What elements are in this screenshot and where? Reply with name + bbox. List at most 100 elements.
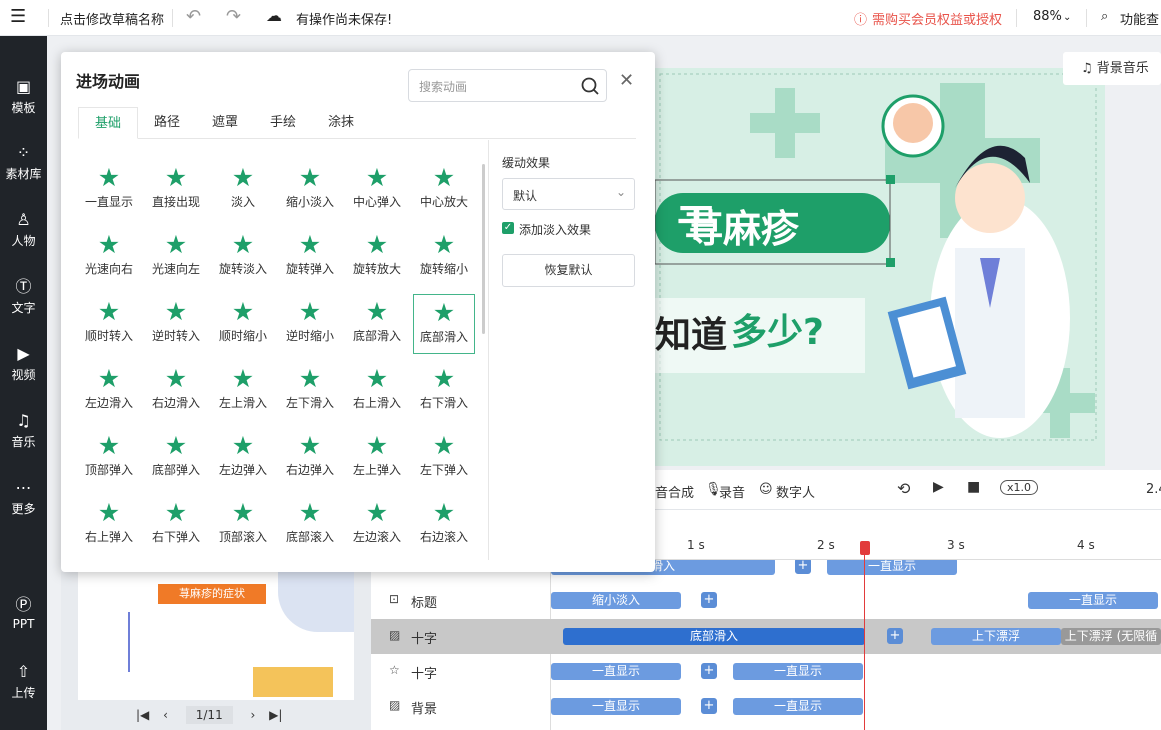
animation-clip[interactable]: 底部滑入 bbox=[563, 628, 865, 645]
animation-clip[interactable]: 上下漂浮 bbox=[931, 628, 1061, 645]
animation-option[interactable]: ★ 逆时缩小 bbox=[279, 294, 341, 354]
slide-thumbnail[interactable]: 荨麻疹的症状 bbox=[78, 572, 354, 700]
animation-option[interactable]: ★ 缩小淡入 bbox=[279, 160, 341, 220]
animation-option[interactable]: ★ 顺时缩小 bbox=[212, 294, 274, 354]
animation-option[interactable]: ★ 右上弹入 bbox=[78, 495, 140, 555]
animation-option[interactable]: ★ 左下滑入 bbox=[279, 361, 341, 421]
prev-page-icon[interactable]: ‹ bbox=[163, 708, 168, 722]
stop-icon[interactable]: ■ bbox=[967, 479, 980, 495]
animation-option[interactable]: ★ 顶部滚入 bbox=[212, 495, 274, 555]
animation-clip[interactable]: 缩小淡入 bbox=[551, 592, 681, 609]
slide-title[interactable]: 荨麻疹 bbox=[685, 198, 799, 253]
tab-mask[interactable]: 遮罩 bbox=[196, 107, 254, 139]
animation-option[interactable]: ★ 左边滑入 bbox=[78, 361, 140, 421]
sidebar-item-upload[interactable]: ⇧ 上传 bbox=[0, 663, 47, 701]
synth-button[interactable]: 音合成 bbox=[655, 482, 694, 501]
fade-checkbox[interactable]: ✓ bbox=[502, 222, 514, 234]
sidebar-item-video[interactable]: ▶ 视频 bbox=[0, 345, 47, 383]
animation-option[interactable]: ★ 淡入 bbox=[212, 160, 274, 220]
animation-option[interactable]: ★ 一直显示 bbox=[78, 160, 140, 220]
add-clip-button[interactable]: + bbox=[887, 628, 903, 644]
animation-clip[interactable]: 一直显示 bbox=[733, 663, 863, 680]
first-page-icon[interactable]: |◀ bbox=[136, 708, 149, 722]
animation-option[interactable]: ★ 旋转弹入 bbox=[279, 227, 341, 287]
playhead[interactable] bbox=[864, 541, 865, 730]
animation-option[interactable]: ★ 底部滑入 bbox=[346, 294, 408, 354]
avatar-icon[interactable]: ☺ bbox=[759, 482, 773, 497]
slide-subtitle-b[interactable]: 多少? bbox=[731, 303, 824, 355]
next-page-icon[interactable]: › bbox=[251, 708, 256, 722]
animation-option[interactable]: ★ 左边弹入 bbox=[212, 428, 274, 488]
animation-option[interactable]: ★ 光速向右 bbox=[78, 227, 140, 287]
animation-option[interactable]: ★ 右上滑入 bbox=[346, 361, 408, 421]
play-icon[interactable]: ▶ bbox=[933, 479, 944, 495]
ease-select[interactable]: 默认 ⌄ bbox=[502, 178, 635, 210]
record-button[interactable]: 录音 bbox=[719, 482, 745, 501]
animation-option[interactable]: ★ 左上滑入 bbox=[212, 361, 274, 421]
feature-search[interactable]: 功能查 bbox=[1120, 9, 1159, 28]
animation-option[interactable]: ★ 旋转放大 bbox=[346, 227, 408, 287]
slide-subtitle-a[interactable]: 知道 bbox=[655, 306, 727, 358]
redo-icon[interactable]: ↷ bbox=[226, 6, 241, 27]
playhead-handle[interactable] bbox=[860, 541, 870, 555]
animation-option[interactable]: ★ 逆时转入 bbox=[145, 294, 207, 354]
sidebar-item-music[interactable]: ♫ 音乐 bbox=[0, 412, 47, 450]
animation-option[interactable]: ★ 右边滚入 bbox=[413, 495, 475, 555]
menu-icon[interactable]: ☰ bbox=[10, 6, 26, 27]
tab-handdraw[interactable]: 手绘 bbox=[254, 107, 312, 139]
vip-notice[interactable]: 需购买会员权益或授权 bbox=[872, 9, 1002, 28]
replay-icon[interactable]: ⟲ bbox=[897, 479, 910, 498]
sidebar-item-more[interactable]: ⋯ 更多 bbox=[0, 479, 47, 517]
animation-option[interactable]: ★ 旋转缩小 bbox=[413, 227, 475, 287]
animation-clip[interactable]: 一直显示 bbox=[551, 663, 681, 680]
animation-option[interactable]: ★ 顶部弹入 bbox=[78, 428, 140, 488]
tab-path[interactable]: 路径 bbox=[138, 107, 196, 139]
animation-option[interactable]: ★ 右边弹入 bbox=[279, 428, 341, 488]
add-clip-button[interactable]: + bbox=[701, 698, 717, 714]
animation-clip[interactable]: 一直显示 bbox=[827, 560, 957, 575]
speed-button[interactable]: x1.0 bbox=[1000, 480, 1039, 495]
track-row[interactable]: ☆ 十字 一直显示 + 一直显示 bbox=[371, 654, 1161, 689]
add-clip-button[interactable]: + bbox=[795, 560, 811, 574]
animation-option[interactable]: ★ 右边滑入 bbox=[145, 361, 207, 421]
add-clip-button[interactable]: + bbox=[701, 592, 717, 608]
track-row[interactable]: ▨ 背景 一直显示 + 一直显示 bbox=[371, 689, 1161, 724]
animation-option[interactable]: ★ 中心弹入 bbox=[346, 160, 408, 220]
undo-icon[interactable]: ↶ bbox=[186, 6, 201, 27]
animation-option[interactable]: ★ 左上弹入 bbox=[346, 428, 408, 488]
animation-clip[interactable]: 一直显示 bbox=[1028, 592, 1158, 609]
sidebar-item-person[interactable]: ♙ 人物 bbox=[0, 211, 47, 249]
animation-search-input[interactable]: 搜索动画 bbox=[408, 69, 607, 102]
search-icon[interactable] bbox=[580, 76, 600, 96]
animation-option[interactable]: ★ 底部滑入 bbox=[413, 294, 475, 354]
animation-option[interactable]: ★ 底部弹入 bbox=[145, 428, 207, 488]
animation-option[interactable]: ★ 中心放大 bbox=[413, 160, 475, 220]
sidebar-item-ppt[interactable]: Ⓟ PPT bbox=[0, 596, 47, 632]
sidebar-item-assets[interactable]: ⁘ 素材库 bbox=[0, 144, 47, 182]
animation-option[interactable]: ★ 右下弹入 bbox=[145, 495, 207, 555]
digital-human-button[interactable]: 数字人 bbox=[776, 482, 815, 501]
draft-name[interactable]: 点击修改草稿名称 bbox=[60, 9, 164, 28]
animation-clip[interactable]: 一直显示 bbox=[733, 698, 863, 715]
close-icon[interactable]: ✕ bbox=[619, 70, 634, 91]
reset-default-button[interactable]: 恢复默认 bbox=[502, 254, 635, 287]
animation-option[interactable]: ★ 右下滑入 bbox=[413, 361, 475, 421]
track-row-selected[interactable]: ▨ 十字 底部滑入 + 上下漂浮 上下漂浮 (无限循 bbox=[371, 619, 1161, 654]
chevron-down-icon[interactable]: ⌄ bbox=[1063, 12, 1071, 23]
feature-icon[interactable]: ⌕ bbox=[1101, 9, 1108, 24]
page-indicator[interactable]: 1/11 bbox=[185, 706, 233, 724]
sidebar-item-template[interactable]: ▣ 模板 bbox=[0, 78, 47, 116]
sidebar-item-text[interactable]: Ⓣ 文字 bbox=[0, 278, 47, 316]
grid-scrollbar[interactable] bbox=[482, 164, 485, 334]
animation-clip[interactable]: 一直显示 bbox=[551, 698, 681, 715]
last-page-icon[interactable]: ▶| bbox=[269, 708, 282, 722]
bgm-button[interactable]: ♫ 背景音乐 bbox=[1063, 52, 1161, 85]
animation-option[interactable]: ★ 左下弹入 bbox=[413, 428, 475, 488]
animation-option[interactable]: ★ 底部滚入 bbox=[279, 495, 341, 555]
tab-smear[interactable]: 涂抹 bbox=[312, 107, 370, 139]
add-clip-button[interactable]: + bbox=[701, 663, 717, 679]
tab-basic[interactable]: 基础 bbox=[78, 107, 138, 139]
track-row[interactable]: ⊡ 标题 缩小淡入 + 一直显示 bbox=[371, 583, 1161, 618]
animation-option[interactable]: ★ 左边滚入 bbox=[346, 495, 408, 555]
animation-clip[interactable]: 上下漂浮 (无限循 bbox=[1061, 628, 1161, 645]
